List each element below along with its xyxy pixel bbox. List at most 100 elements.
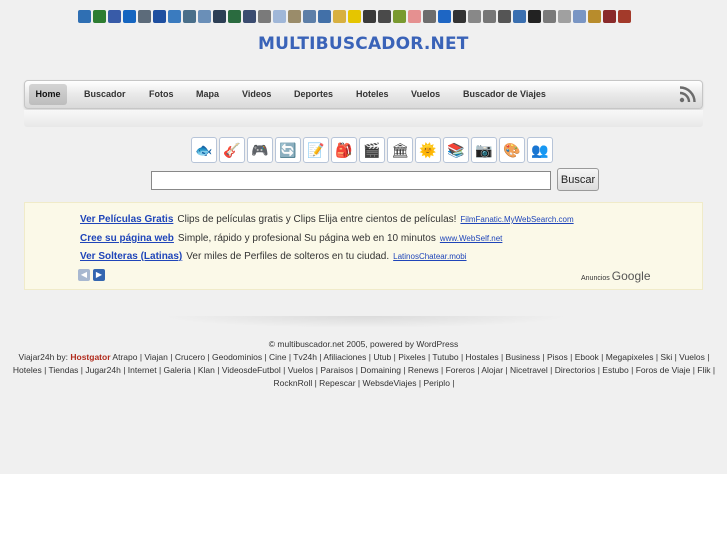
footer-link[interactable]: Directorios	[555, 365, 596, 375]
footer-link[interactable]: Internet	[128, 365, 157, 375]
top-link-icon[interactable]	[168, 10, 181, 23]
top-link-icon[interactable]	[153, 10, 166, 23]
ad-title[interactable]: Ver Solteras (Latinas)	[80, 251, 182, 262]
footer-link[interactable]: Tiendas	[49, 365, 79, 375]
category-icon[interactable]: 🌞	[415, 137, 441, 163]
footer-link[interactable]: Atrapo	[112, 352, 137, 362]
top-link-icon[interactable]	[198, 10, 211, 23]
footer-link[interactable]: Geodominios	[212, 352, 262, 362]
footer-link[interactable]: Megapixeles	[606, 352, 654, 362]
footer-link[interactable]: Alojar	[481, 365, 503, 375]
top-link-icon[interactable]	[423, 10, 436, 23]
top-link-icon[interactable]	[78, 10, 91, 23]
footer-link[interactable]: Renews	[408, 365, 439, 375]
ad-title[interactable]: Ver Películas Gratis	[80, 214, 173, 225]
top-link-icon[interactable]	[213, 10, 226, 23]
top-link-icon[interactable]	[528, 10, 541, 23]
footer-link[interactable]: Hoteles	[13, 365, 42, 375]
top-link-icon[interactable]	[123, 10, 136, 23]
top-link-icon[interactable]	[603, 10, 616, 23]
top-link-icon[interactable]	[258, 10, 271, 23]
footer-link[interactable]: Pisos	[547, 352, 568, 362]
top-link-icon[interactable]	[498, 10, 511, 23]
footer-link[interactable]: Business	[506, 352, 541, 362]
footer-link[interactable]: Ebook	[575, 352, 599, 362]
search-button[interactable]: Buscar	[557, 168, 599, 191]
footer-link[interactable]: Flik	[697, 365, 710, 375]
top-link-icon[interactable]	[378, 10, 391, 23]
nav-buscador[interactable]: Buscador	[84, 84, 126, 105]
nav-home[interactable]: Home	[29, 84, 67, 105]
top-link-icon[interactable]	[138, 10, 151, 23]
prev-arrow-icon[interactable]: ◀	[78, 269, 90, 281]
top-link-icon[interactable]	[468, 10, 481, 23]
footer-link[interactable]: Nicetravel	[510, 365, 548, 375]
category-icon[interactable]: 🔄	[275, 137, 301, 163]
top-link-icon[interactable]	[318, 10, 331, 23]
nav-buscador-viajes[interactable]: Buscador de Viajes	[463, 84, 546, 105]
ad-url[interactable]: FilmFanatic.MyWebSearch.com	[460, 215, 573, 224]
category-icon[interactable]: 🎨	[499, 137, 525, 163]
ads-by-google[interactable]: Anuncios Google	[581, 267, 651, 285]
ad-url[interactable]: LatinosChatear.mobi	[393, 252, 466, 261]
top-link-icon[interactable]	[558, 10, 571, 23]
footer-link[interactable]: Domaining	[360, 365, 401, 375]
nav-deportes[interactable]: Deportes	[294, 84, 333, 105]
category-icon[interactable]: 📚	[443, 137, 469, 163]
footer-link[interactable]: Tv24h	[293, 352, 317, 362]
sponsor-link[interactable]: Hostgator	[70, 352, 110, 362]
category-icon[interactable]: 🏛	[387, 137, 413, 163]
site-logo[interactable]: MULTIBUSCADOR.NET	[258, 34, 469, 54]
footer-link[interactable]: Foreros	[446, 365, 475, 375]
top-link-icon[interactable]	[333, 10, 346, 23]
top-link-icon[interactable]	[588, 10, 601, 23]
top-link-icon[interactable]	[348, 10, 361, 23]
category-icon[interactable]: 👥	[527, 137, 553, 163]
footer-link[interactable]: Pixeles	[398, 352, 425, 362]
ad-title[interactable]: Cree su página web	[80, 233, 174, 244]
top-link-icon[interactable]	[543, 10, 556, 23]
top-link-icon[interactable]	[288, 10, 301, 23]
footer-link[interactable]: VideosdeFutbol	[222, 365, 281, 375]
top-link-icon[interactable]	[408, 10, 421, 23]
footer-link[interactable]: Vuelos	[288, 365, 314, 375]
footer-link[interactable]: Viajan	[144, 352, 167, 362]
footer-link[interactable]: Periplo	[423, 378, 449, 388]
top-link-icon[interactable]	[618, 10, 631, 23]
search-input[interactable]	[151, 171, 551, 190]
category-icon[interactable]: 🎬	[359, 137, 385, 163]
top-link-icon[interactable]	[273, 10, 286, 23]
top-link-icon[interactable]	[513, 10, 526, 23]
nav-videos[interactable]: Videos	[242, 84, 271, 105]
category-icon[interactable]: 🎒	[331, 137, 357, 163]
top-link-icon[interactable]	[438, 10, 451, 23]
top-link-icon[interactable]	[243, 10, 256, 23]
category-icon[interactable]: 🎸	[219, 137, 245, 163]
footer-link[interactable]: Galeria	[164, 365, 191, 375]
nav-fotos[interactable]: Fotos	[149, 84, 174, 105]
nav-hoteles[interactable]: Hoteles	[356, 84, 389, 105]
footer-link[interactable]: WebsdeViajes	[363, 378, 417, 388]
footer-link[interactable]: Utub	[373, 352, 391, 362]
nav-vuelos[interactable]: Vuelos	[411, 84, 440, 105]
top-link-icon[interactable]	[363, 10, 376, 23]
top-link-icon[interactable]	[108, 10, 121, 23]
top-link-icon[interactable]	[393, 10, 406, 23]
category-icon[interactable]: 📝	[303, 137, 329, 163]
nav-mapa[interactable]: Mapa	[196, 84, 219, 105]
footer-link[interactable]: Jugar24h	[85, 365, 120, 375]
footer-link[interactable]: Repescar	[319, 378, 355, 388]
footer-link[interactable]: Ski	[660, 352, 672, 362]
footer-link[interactable]: Cine	[269, 352, 286, 362]
footer-link[interactable]: Vuelos	[679, 352, 705, 362]
category-icon[interactable]: 📷	[471, 137, 497, 163]
top-link-icon[interactable]	[573, 10, 586, 23]
footer-link[interactable]: Hostales	[466, 352, 499, 362]
footer-link[interactable]: Foros de Viaje	[636, 365, 691, 375]
top-link-icon[interactable]	[483, 10, 496, 23]
footer-link[interactable]: Crucero	[175, 352, 205, 362]
rss-icon[interactable]	[679, 86, 696, 103]
top-link-icon[interactable]	[93, 10, 106, 23]
footer-link[interactable]: Klan	[198, 365, 215, 375]
footer-link[interactable]: Tutubo	[432, 352, 458, 362]
